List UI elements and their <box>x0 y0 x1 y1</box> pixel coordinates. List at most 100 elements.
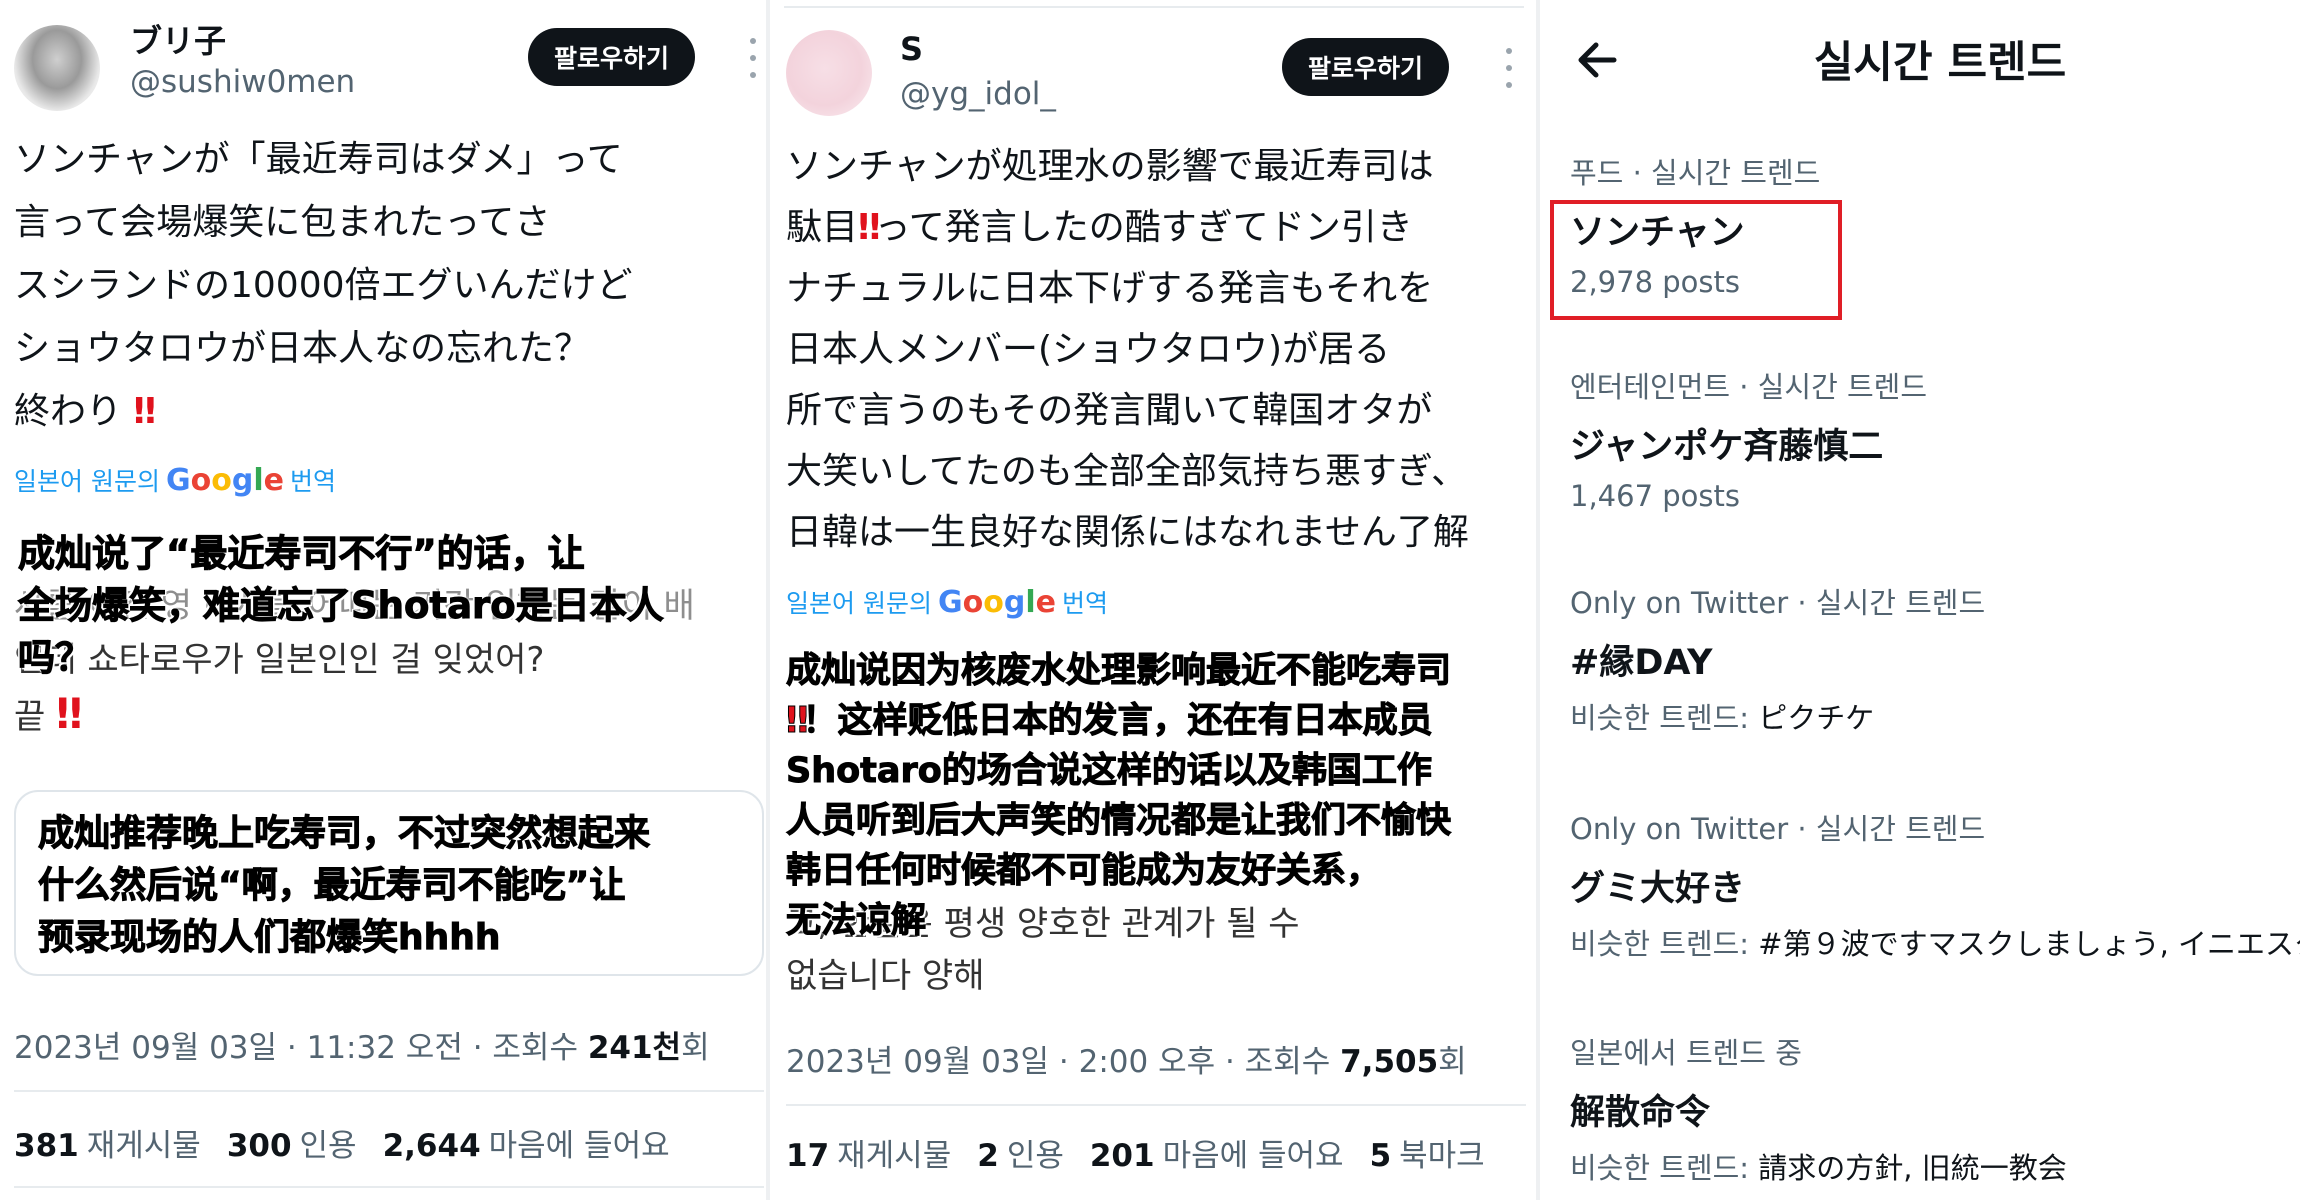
trend-name: グミ大好き <box>1570 869 1746 909</box>
display-name[interactable]: S <box>900 30 923 68</box>
timestamp-text: 2023년 09월 03일 · 11:32 오전 · 조회수 <box>14 1030 578 1066</box>
caption-line: 成灿说因为核废水处理影响最近不能吃寿司 <box>785 651 1452 692</box>
more-options-icon[interactable] <box>748 38 758 78</box>
similar-label: 비슷한 트렌드: <box>1570 1151 1750 1185</box>
engagement-stats: 17 재게시물 2 인용 201 마음에 들어요 5 북마크 <box>786 1130 1485 1175</box>
page-title: 실시간 트렌드 <box>1813 38 2067 88</box>
tweet-panel-2: S @yg_idol_ 팔로우하기 ソンチャンが処理水の影響で最近寿司は 駄目‼… <box>770 0 1540 1200</box>
trend-name: #縁DAY <box>1570 643 1713 683</box>
highlight-box <box>1550 200 1842 320</box>
chinese-caption-overlay: 成灿说了“最近寿司不行”的话，让 全场爆笑，难道忘了Shotaro是日本人 吗？ <box>18 528 665 684</box>
engagement-stats: 381 재게시물 300 인용 2,644 마음에 들어요 <box>14 1120 670 1165</box>
divider <box>14 1186 764 1188</box>
tweet-line-prefix: 駄目 <box>786 207 859 248</box>
trend-post-count: 1,467 posts <box>1570 479 1740 513</box>
view-count: 7,505 <box>1340 1044 1439 1080</box>
likes-stat[interactable]: 2,644 마음에 들어요 <box>383 1120 670 1165</box>
bookmarks-stat[interactable]: 5 북마크 <box>1370 1130 1485 1175</box>
similar-value[interactable]: #第９波ですマスクしましょう, イニエスタ <box>1758 927 2300 961</box>
more-options-icon[interactable] <box>1504 48 1514 88</box>
caption-line: 成灿推荐晚上吃寿司，不过突然想起来 <box>37 813 651 855</box>
avatar[interactable] <box>786 30 872 116</box>
divider <box>784 6 1524 8</box>
tweet-timestamp[interactable]: 2023년 09월 03일 · 2:00 오후 · 조회수 7,505회 <box>786 1036 1467 1081</box>
google-logo: Google <box>937 584 1056 620</box>
tweet-line: ソンチャンが処理水の影響で最近寿司は <box>786 146 1434 187</box>
trend-name: ジャンポケ斉藤慎二 <box>1570 427 1884 467</box>
caption-line: ！这样贬低日本的发言，还在有日本成员 <box>802 701 1433 742</box>
similar-trends: 비슷한 트렌드: 請求の方針, 旧統一教会 <box>1570 1145 2290 1187</box>
double-exclamation-icon: ‼ <box>56 689 82 738</box>
trend-category: 푸드 · 실시간 트렌드 <box>1570 156 1821 190</box>
double-exclamation-icon: ‼ <box>133 391 155 432</box>
reposts-stat[interactable]: 17 재게시물 <box>786 1130 951 1175</box>
quotes-stat[interactable]: 300 인용 <box>227 1120 357 1165</box>
follow-button[interactable]: 팔로우하기 <box>528 28 696 86</box>
avatar[interactable] <box>14 25 100 111</box>
caption-line: 吗？ <box>18 636 93 680</box>
view-count: 241천 <box>587 1030 682 1066</box>
user-handle[interactable]: @sushiw0men <box>130 64 355 100</box>
divider <box>14 1090 764 1092</box>
trends-panel: 실시간 트렌드 푸드 · 실시간 트렌드 ソンチャン 2,978 posts 엔… <box>1540 0 2300 1200</box>
tweet-line: スシランドの10000倍エグいんだけど <box>14 265 633 306</box>
translated-line: 없습니다 양해 <box>786 956 985 996</box>
translate-link[interactable]: 일본어 원문의 Google 번역 <box>14 462 336 498</box>
reposts-stat[interactable]: 381 재게시물 <box>14 1120 201 1165</box>
tweet-line: って発言したの酷すぎてドン引き <box>874 207 1413 248</box>
translated-line: 끝 <box>14 697 46 737</box>
trend-item[interactable]: Only on Twitter · 실시간 트렌드 グミ大好き 비슷한 트렌드:… <box>1570 806 2300 963</box>
caption-line: 预录现场的人们都爆笑hhhh <box>37 917 501 959</box>
translate-prefix: 일본어 원문의 <box>14 467 160 496</box>
tweet-line: 所で言うのもその発言聞いて韓国オタが <box>786 390 1433 431</box>
tweet-line: 日韓は一生良好な関係にはなれません了解 <box>786 512 1469 553</box>
tweet-line: 終わり <box>14 391 123 432</box>
tweet-line: 日本人メンバー(ショウタロウ)が居る <box>786 329 1391 370</box>
trend-name: 解散命令 <box>1570 1093 1711 1133</box>
similar-label: 비슷한 트렌드: <box>1570 927 1750 961</box>
timestamp-text: 2023년 09월 03일 · 2:00 오후 · 조회수 <box>786 1044 1331 1080</box>
translate-suffix: 번역 <box>1061 589 1108 618</box>
translate-prefix: 일본어 원문의 <box>786 589 932 618</box>
trend-item[interactable]: Only on Twitter · 실시간 트렌드 #縁DAY 비슷한 트렌드:… <box>1570 580 2290 737</box>
trend-category: Only on Twitter · 실시간 트렌드 <box>1570 812 1986 846</box>
tweet-line: ショウタロウが日本人なの忘れた？ <box>14 328 591 369</box>
view-suffix: 회 <box>681 1030 710 1066</box>
display-name[interactable]: ブリ子 <box>130 16 226 62</box>
similar-trends: 비슷한 트렌드: #第９波ですマスクしましょう, イニエスタ <box>1570 921 2300 963</box>
similar-trends: 비슷한 트렌드: ピクチケ <box>1570 695 2290 737</box>
chinese-caption-overlay: 成灿说因为核废水处理影响最近不能吃寿司 ‼！这样贬低日本的发言，还在有日本成员 … <box>785 646 1452 946</box>
divider <box>786 1104 1526 1106</box>
google-logo: Google <box>165 462 284 498</box>
similar-value[interactable]: ピクチケ <box>1758 701 1874 735</box>
trend-category: 엔터테인먼트 · 실시간 트렌드 <box>1570 370 1928 404</box>
tweet-line: 言って会場爆笑に包まれたってさ <box>14 202 551 243</box>
tweet-line: ナチュラルに日本下げする発言もそれを <box>786 268 1434 309</box>
view-suffix: 회 <box>1438 1044 1467 1080</box>
tweet-text: ソンチャンが処理水の影響で最近寿司は 駄目‼って発言したの酷すぎてドン引き ナチ… <box>786 136 1469 563</box>
quote-caption-overlay: 成灿推荐晚上吃寿司，不过突然想起来 什么然后说“啊，最近寿司不能吃”让 预录现场… <box>37 808 651 964</box>
similar-value[interactable]: 請求の方針, 旧統一教会 <box>1758 1151 2066 1185</box>
trend-item[interactable]: 엔터테인먼트 · 실시간 트렌드 ジャンポケ斉藤慎二 1,467 posts <box>1570 364 2290 513</box>
user-handle[interactable]: @yg_idol_ <box>900 76 1056 112</box>
double-exclamation-icon: ‼ <box>858 207 880 248</box>
double-exclamation-icon: ‼ <box>786 700 809 742</box>
tweet-timestamp[interactable]: 2023년 09월 03일 · 11:32 오전 · 조회수 241천회 <box>14 1022 710 1067</box>
similar-label: 비슷한 트렌드: <box>1570 701 1750 735</box>
trend-category: Only on Twitter · 실시간 트렌드 <box>1570 586 1986 620</box>
trend-item[interactable]: 일본에서 트렌드 중 解散命令 비슷한 트렌드: 請求の方針, 旧統一教会 <box>1570 1030 2290 1187</box>
likes-stat[interactable]: 201 마음에 들어요 <box>1090 1130 1344 1175</box>
caption-line: Shotaro的场合说这样的话以及韩国工作 <box>785 751 1432 792</box>
caption-line: 成灿说了“最近寿司不行”的话，让 <box>18 532 586 576</box>
caption-line: 无法谅解 <box>785 901 927 942</box>
caption-line: 人员听到后大声笑的情况都是让我们不愉快 <box>785 801 1452 842</box>
translate-link[interactable]: 일본어 원문의 Google 번역 <box>786 584 1108 620</box>
tweet-line: 大笑いしてたのも全部全部気持ち悪すぎ、 <box>786 451 1468 492</box>
tweet-panel-1: ブリ子 @sushiw0men 팔로우하기 ソンチャンが「最近寿司はダメ」って … <box>0 0 770 1200</box>
caption-line: 全场爆笑，难道忘了Shotaro是日本人 <box>18 584 665 628</box>
quotes-stat[interactable]: 2 인용 <box>977 1130 1064 1175</box>
follow-button[interactable]: 팔로우하기 <box>1282 38 1450 96</box>
caption-line: 韩日任何时候都不可能成为友好关系， <box>785 851 1382 892</box>
translate-suffix: 번역 <box>289 467 336 496</box>
trend-category: 일본에서 트렌드 중 <box>1570 1036 1802 1070</box>
